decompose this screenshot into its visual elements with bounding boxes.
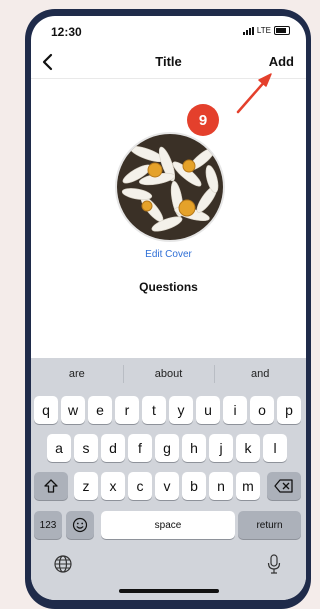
annotation-arrow <box>236 73 272 114</box>
step-number-badge: 9 <box>187 104 219 136</box>
